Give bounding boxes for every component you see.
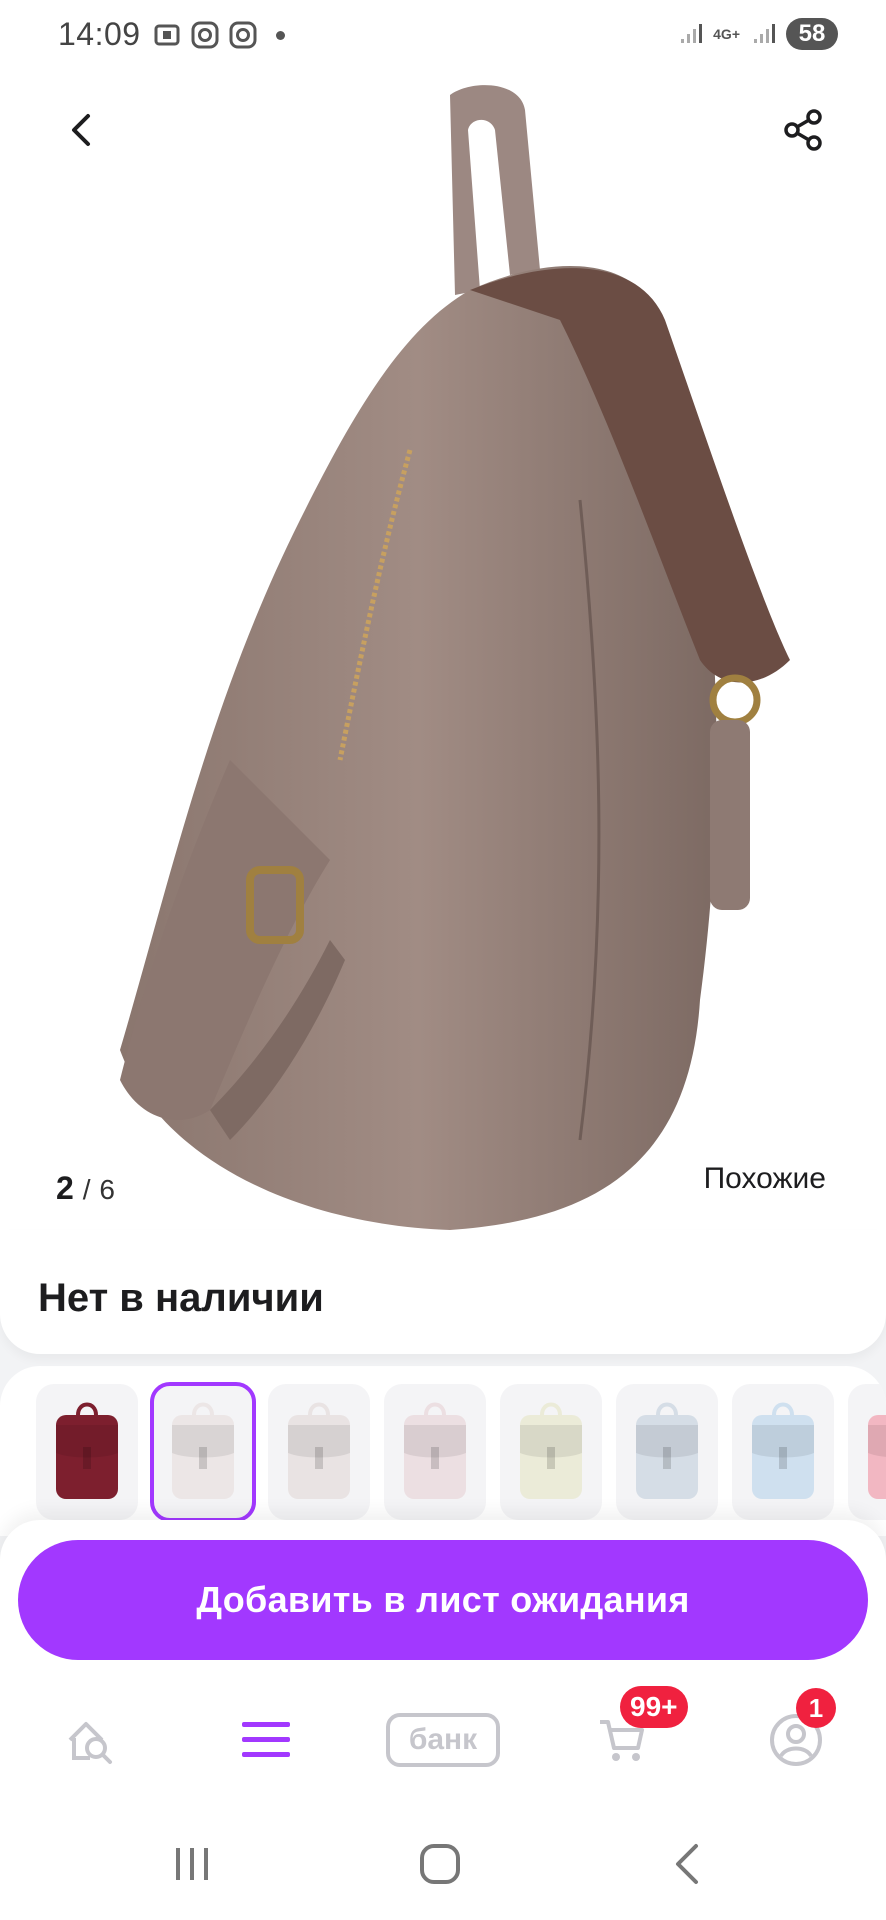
backpack-thumbnail-icon bbox=[172, 1402, 234, 1499]
product-gallery[interactable]: 2 / 6 Похожие bbox=[0, 0, 886, 1250]
instagram-icon bbox=[228, 20, 258, 50]
bank-label: банк bbox=[386, 1713, 500, 1767]
backpack-thumbnail-icon bbox=[868, 1415, 886, 1499]
backpack-thumbnail-icon bbox=[404, 1402, 466, 1499]
status-bar: 14:09 4G+ 58 bbox=[0, 0, 886, 70]
recent-apps-icon bbox=[176, 1848, 208, 1880]
signal-icon bbox=[754, 24, 775, 43]
screenshot-icon bbox=[152, 20, 182, 50]
backpack-thumbnail-icon bbox=[56, 1402, 118, 1499]
nav-profile[interactable]: 1 bbox=[746, 1688, 846, 1780]
variants-row bbox=[36, 1382, 886, 1522]
nav-catalog[interactable] bbox=[216, 1700, 316, 1780]
nav-home[interactable] bbox=[40, 1700, 140, 1780]
back-arrow-icon bbox=[676, 1844, 698, 1884]
image-counter: 2 / 6 bbox=[56, 1170, 115, 1207]
color-variants bbox=[0, 1366, 886, 1536]
backpack-thumbnail-icon bbox=[288, 1402, 350, 1499]
backpack-thumbnail-icon bbox=[752, 1402, 814, 1499]
instagram-icon bbox=[190, 20, 220, 50]
status-notification-icons bbox=[152, 20, 285, 50]
home-button[interactable] bbox=[400, 1834, 480, 1894]
status-right: 4G+ 58 bbox=[677, 18, 838, 50]
image-counter-total: 6 bbox=[99, 1174, 115, 1205]
variant-thumbnail[interactable] bbox=[384, 1384, 486, 1520]
app-screen: 2 / 6 Похожие 14:09 4G+ 58 Нет в наличии… bbox=[0, 0, 886, 1920]
image-counter-current: 2 bbox=[56, 1170, 74, 1206]
more-notifications-dot bbox=[276, 30, 285, 40]
battery-indicator: 58 bbox=[786, 18, 838, 50]
back-button[interactable] bbox=[42, 90, 122, 170]
home-search-icon bbox=[68, 1722, 112, 1764]
system-back-button[interactable] bbox=[648, 1834, 728, 1894]
similar-button[interactable]: Похожие bbox=[704, 1162, 826, 1196]
backpack-thumbnail-icon bbox=[520, 1402, 582, 1499]
menu-icon bbox=[242, 1722, 290, 1757]
recent-apps-button[interactable] bbox=[152, 1834, 232, 1894]
variant-thumbnail[interactable] bbox=[36, 1384, 138, 1520]
image-counter-separator: / bbox=[82, 1174, 91, 1205]
variant-thumbnail[interactable] bbox=[732, 1384, 834, 1520]
variant-thumbnail[interactable] bbox=[500, 1384, 602, 1520]
share-icon bbox=[784, 109, 822, 151]
profile-badge: 1 bbox=[796, 1688, 836, 1728]
backpack-thumbnail-icon bbox=[636, 1402, 698, 1499]
chevron-left-icon bbox=[72, 114, 90, 146]
cta-panel: Добавить в лист ожидания bbox=[0, 1520, 886, 1670]
system-navigation bbox=[0, 1800, 886, 1920]
product-image[interactable] bbox=[0, 0, 886, 1250]
nav-bank[interactable]: банк bbox=[386, 1700, 500, 1780]
variant-thumbnail[interactable] bbox=[616, 1384, 718, 1520]
status-time: 14:09 bbox=[58, 16, 141, 52]
variant-thumbnail[interactable] bbox=[848, 1384, 886, 1520]
nav-cart[interactable]: 99+ bbox=[572, 1686, 688, 1780]
variant-thumbnail[interactable] bbox=[150, 1382, 256, 1522]
add-to-waitlist-button[interactable]: Добавить в лист ожидания bbox=[18, 1540, 868, 1660]
bottom-navigation: банк 99+ 1 bbox=[0, 1670, 886, 1800]
share-button[interactable] bbox=[764, 90, 844, 170]
network-type: 4G+ bbox=[713, 26, 740, 42]
availability-card: Нет в наличии bbox=[0, 1230, 886, 1354]
variant-thumbnail[interactable] bbox=[268, 1384, 370, 1520]
home-square-icon bbox=[420, 1844, 460, 1884]
cart-badge: 99+ bbox=[620, 1686, 688, 1728]
availability-status: Нет в наличии bbox=[38, 1276, 324, 1320]
signal-icon bbox=[681, 24, 703, 43]
